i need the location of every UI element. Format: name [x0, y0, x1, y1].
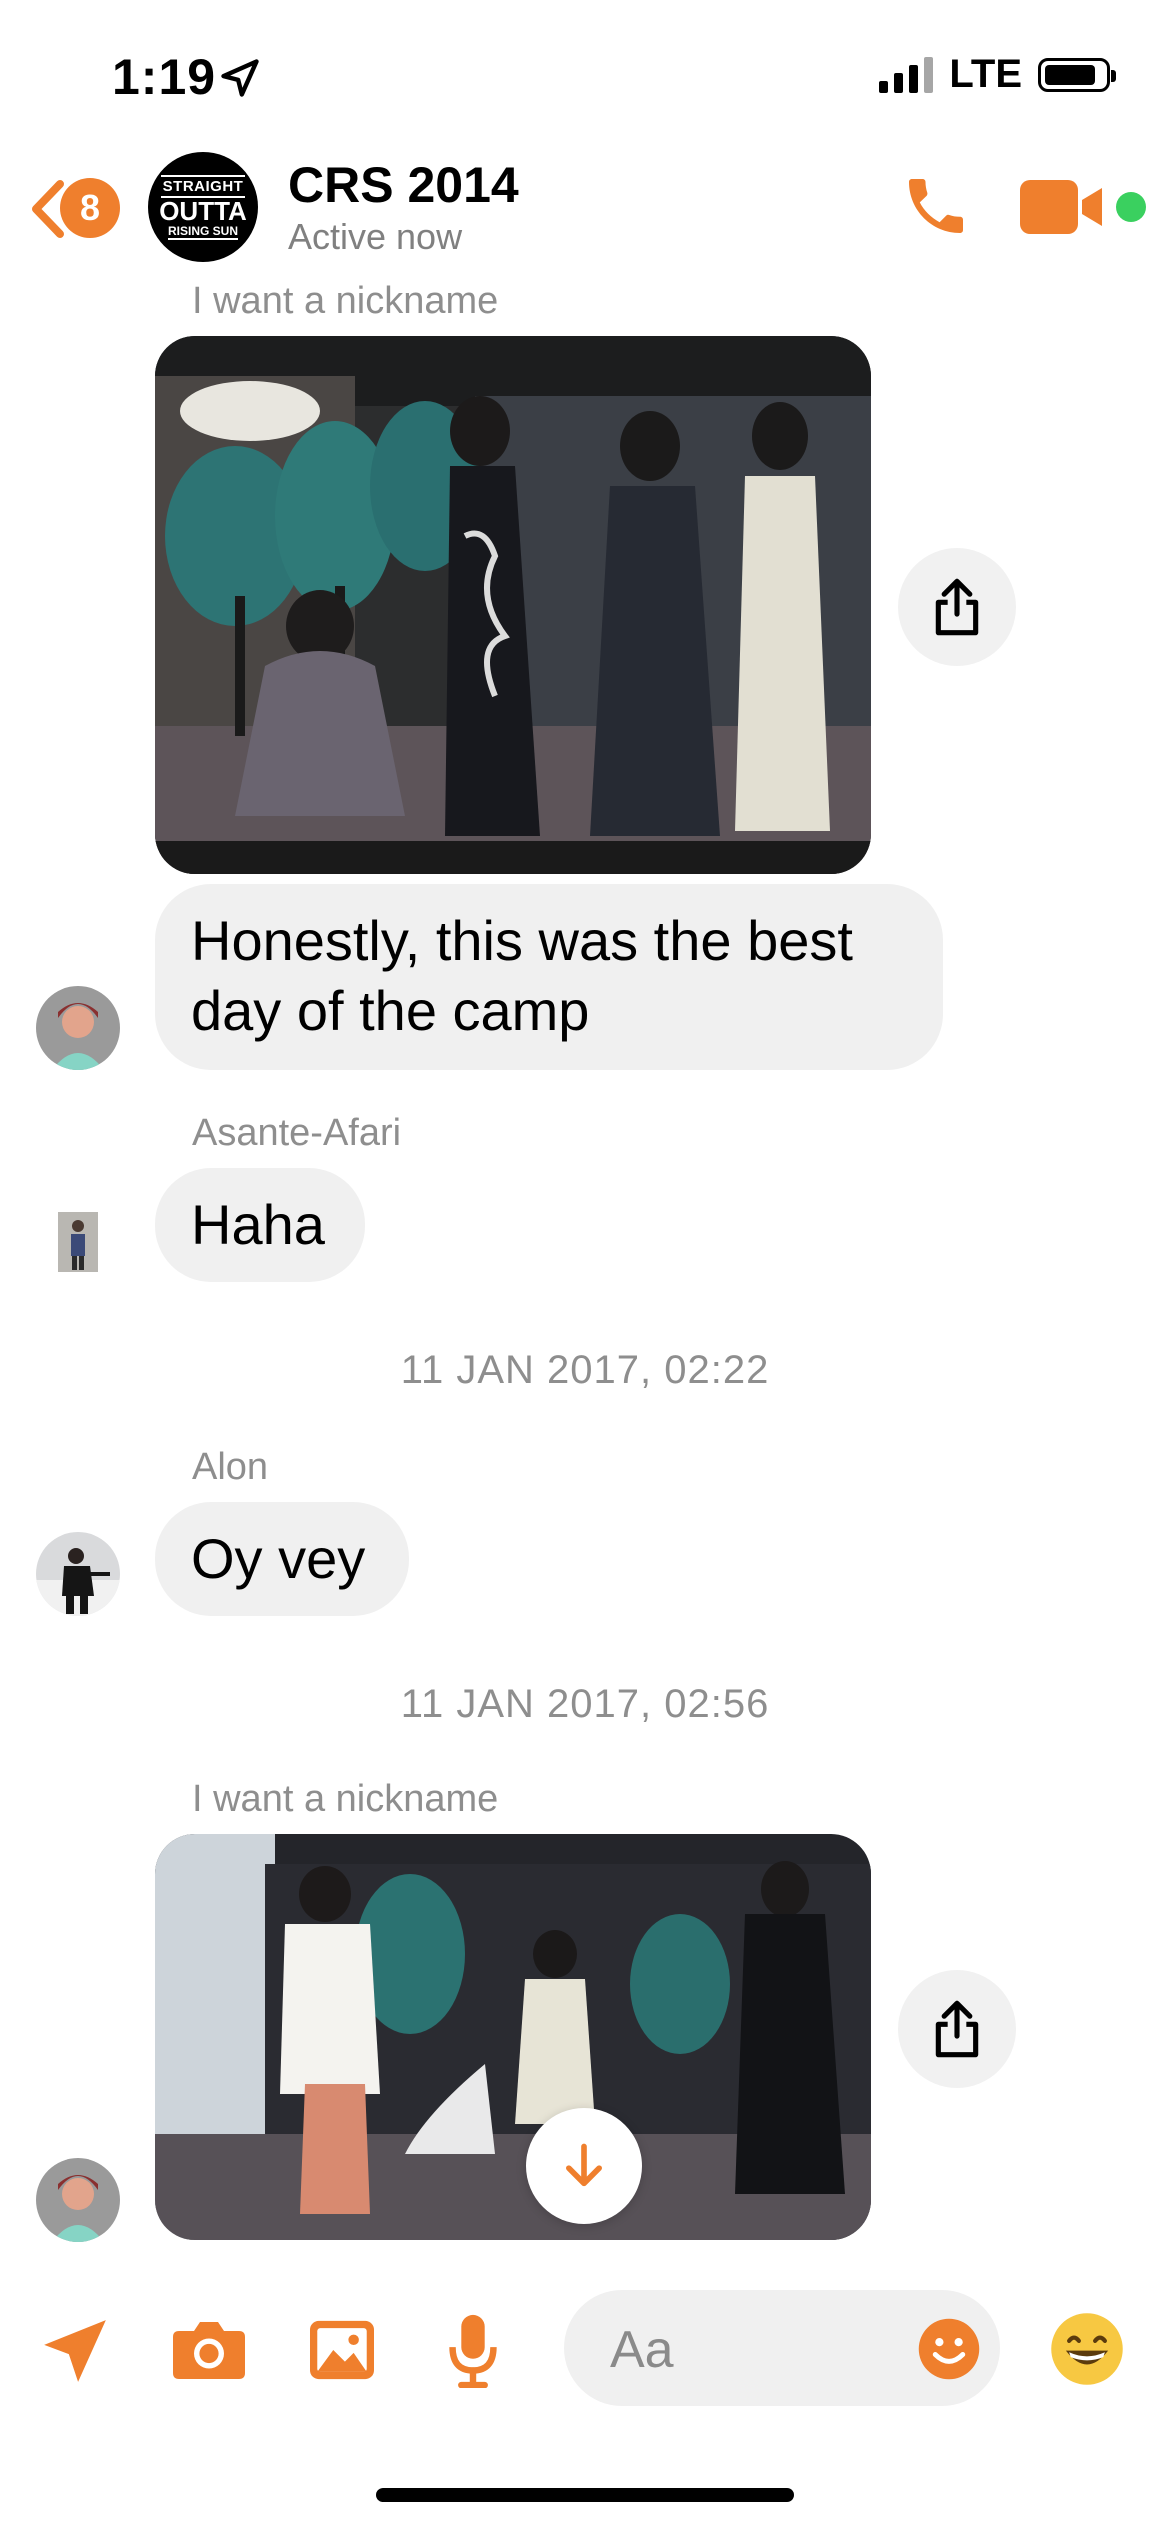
video-icon[interactable] [1020, 180, 1112, 234]
stage-photo-image [155, 1834, 871, 2240]
stage-photo-image [155, 336, 871, 874]
share-button[interactable] [898, 1970, 1016, 2088]
photo-message[interactable] [155, 1834, 871, 2240]
message-bubble[interactable]: Haha [155, 1168, 365, 1282]
grinning-emoji-icon[interactable] [1048, 2310, 1126, 2388]
message-input-placeholder: Aa [610, 2321, 674, 2379]
active-status: Active now [288, 216, 463, 257]
location-services-icon [221, 59, 259, 97]
share-icon [935, 2000, 979, 2058]
avatar[interactable] [36, 1532, 120, 1616]
photo-message[interactable] [155, 336, 871, 874]
avatar[interactable] [36, 986, 120, 1070]
arrow-down-icon [566, 2143, 602, 2187]
battery-icon [1038, 57, 1116, 92]
gallery-icon[interactable] [306, 2318, 378, 2382]
network-label: LTE [949, 52, 1022, 96]
unread-badge[interactable]: 8 [60, 178, 120, 238]
signal-icon [879, 56, 934, 93]
message-bubble[interactable]: Oy vey [155, 1502, 409, 1616]
chat-title[interactable]: CRS 2014 [288, 156, 519, 214]
sender-name: I want a nickname [192, 1778, 499, 1820]
phone-icon[interactable] [900, 170, 972, 242]
status-indicators: LTE [879, 52, 1116, 97]
sender-name: Asante-Afari [192, 1112, 402, 1154]
smiley-icon[interactable] [916, 2316, 982, 2382]
sender-name: Alon [192, 1446, 269, 1488]
microphone-icon[interactable] [446, 2312, 500, 2388]
online-indicator [1116, 192, 1146, 222]
status-time: 1:19 [112, 49, 217, 105]
message-bubble[interactable]: Honestly, this was the best day of the c… [155, 884, 943, 1070]
location-arrow-icon[interactable] [38, 2314, 112, 2388]
share-button[interactable] [898, 548, 1016, 666]
avatar[interactable] [36, 2158, 120, 2242]
camera-icon[interactable] [170, 2316, 248, 2382]
home-indicator[interactable] [376, 2488, 794, 2502]
group-avatar[interactable]: STRAIGHT OUTTA RISING SUN [148, 152, 258, 262]
share-icon [935, 578, 979, 636]
timestamp: 11 JAN 2017, 02:56 [400, 1682, 770, 1726]
avatar[interactable] [58, 1212, 98, 1272]
sender-name: I want a nickname [192, 280, 499, 322]
timestamp: 11 JAN 2017, 02:22 [400, 1348, 770, 1392]
scroll-to-bottom-button[interactable] [526, 2108, 642, 2224]
